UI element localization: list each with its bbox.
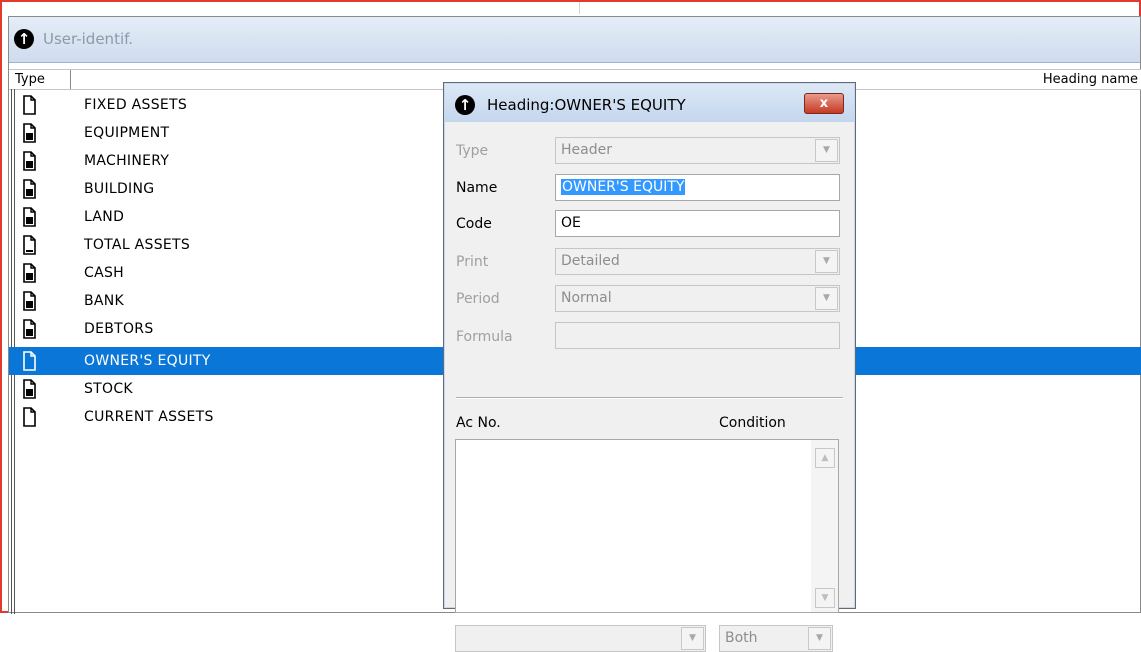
list-item-label: STOCK bbox=[84, 381, 133, 397]
filled-doc-icon bbox=[23, 379, 36, 399]
top-strip bbox=[2, 2, 1139, 16]
column-header-heading-name[interactable]: Heading name bbox=[1043, 70, 1138, 89]
list-item-label: BUILDING bbox=[84, 181, 155, 197]
filled-doc-icon bbox=[23, 263, 36, 283]
list-item-label: TOTAL ASSETS bbox=[84, 237, 191, 253]
code-label: Code bbox=[456, 216, 492, 232]
column-header-type[interactable]: Type bbox=[11, 70, 71, 89]
list-item-label: MACHINERY bbox=[84, 153, 170, 169]
period-select-value: Normal bbox=[561, 290, 612, 306]
total-doc-icon bbox=[23, 235, 36, 255]
scroll-up-icon[interactable]: ▲ bbox=[815, 448, 835, 468]
ac-no-label: Ac No. bbox=[456, 415, 501, 431]
condition-select[interactable]: Both ▼ bbox=[719, 625, 833, 652]
filled-doc-icon bbox=[23, 179, 36, 199]
list-item-label: EQUIPMENT bbox=[84, 125, 170, 141]
list-item-label: LAND bbox=[84, 209, 125, 225]
print-select-value: Detailed bbox=[561, 253, 620, 269]
chevron-down-icon[interactable]: ▼ bbox=[815, 287, 838, 310]
condition-label: Condition bbox=[719, 415, 786, 431]
empty-doc-icon bbox=[23, 351, 36, 371]
formula-input[interactable] bbox=[555, 322, 840, 349]
chevron-down-icon[interactable]: ▼ bbox=[681, 627, 704, 650]
list-item-label: FIXED ASSETS bbox=[84, 97, 188, 113]
name-input[interactable]: OWNER'S EQUITY bbox=[555, 174, 840, 201]
condition-select-value: Both bbox=[725, 630, 758, 646]
filled-doc-icon bbox=[23, 319, 36, 339]
section-divider bbox=[456, 397, 843, 399]
type-label: Type bbox=[456, 143, 489, 159]
list-item-label: CURRENT ASSETS bbox=[84, 409, 214, 425]
dialog-title: Heading:OWNER'S EQUITY bbox=[487, 96, 686, 114]
name-input-value: OWNER'S EQUITY bbox=[561, 179, 686, 195]
formula-label: Formula bbox=[456, 329, 513, 345]
period-select[interactable]: Normal ▼ bbox=[555, 285, 840, 312]
print-label: Print bbox=[456, 254, 489, 270]
code-input[interactable]: OE bbox=[555, 210, 840, 237]
scroll-down-icon[interactable]: ▼ bbox=[815, 588, 835, 608]
type-select-value: Header bbox=[561, 142, 612, 158]
list-item-label: DEBTORS bbox=[84, 321, 154, 337]
close-icon: x bbox=[819, 96, 829, 111]
chevron-down-icon[interactable]: ▼ bbox=[815, 250, 838, 273]
dialog-body: Type Header ▼ Name OWNER'S EQUITY Code O… bbox=[451, 123, 849, 652]
name-label: Name bbox=[456, 180, 498, 196]
account-select[interactable]: ▼ bbox=[455, 625, 706, 652]
vertical-scrollbar[interactable]: ▲ ▼ bbox=[811, 440, 838, 612]
filled-doc-icon bbox=[23, 291, 36, 311]
list-item-label: OWNER'S EQUITY bbox=[84, 353, 211, 369]
chevron-down-icon[interactable]: ▼ bbox=[815, 139, 838, 162]
filled-doc-icon bbox=[23, 151, 36, 171]
code-input-value: OE bbox=[561, 215, 581, 231]
app-logo-icon: ↑ bbox=[14, 29, 34, 49]
empty-doc-icon bbox=[23, 407, 36, 427]
list-item-label: CASH bbox=[84, 265, 124, 281]
chevron-down-icon[interactable]: ▼ bbox=[808, 627, 831, 650]
empty-doc-icon bbox=[23, 95, 36, 115]
heading-dialog: ↑ Heading:OWNER'S EQUITY x Type Header ▼… bbox=[443, 82, 856, 652]
screenshot-frame: ↑ User-identif. Type Heading name FIXED … bbox=[0, 0, 1141, 652]
account-condition-list[interactable]: ▲ ▼ bbox=[455, 439, 839, 613]
window-title: User-identif. bbox=[43, 30, 134, 48]
window-title-bar[interactable]: ↑ User-identif. bbox=[9, 17, 1140, 63]
type-select[interactable]: Header ▼ bbox=[555, 137, 840, 164]
filled-doc-icon bbox=[23, 123, 36, 143]
dialog-title-bar[interactable]: ↑ Heading:OWNER'S EQUITY x bbox=[445, 84, 854, 122]
close-button[interactable]: x bbox=[804, 93, 844, 114]
filled-doc-icon bbox=[23, 207, 36, 227]
app-logo-icon: ↑ bbox=[455, 95, 475, 115]
print-select[interactable]: Detailed ▼ bbox=[555, 248, 840, 275]
period-label: Period bbox=[456, 291, 500, 307]
list-item-label: BANK bbox=[84, 293, 125, 309]
